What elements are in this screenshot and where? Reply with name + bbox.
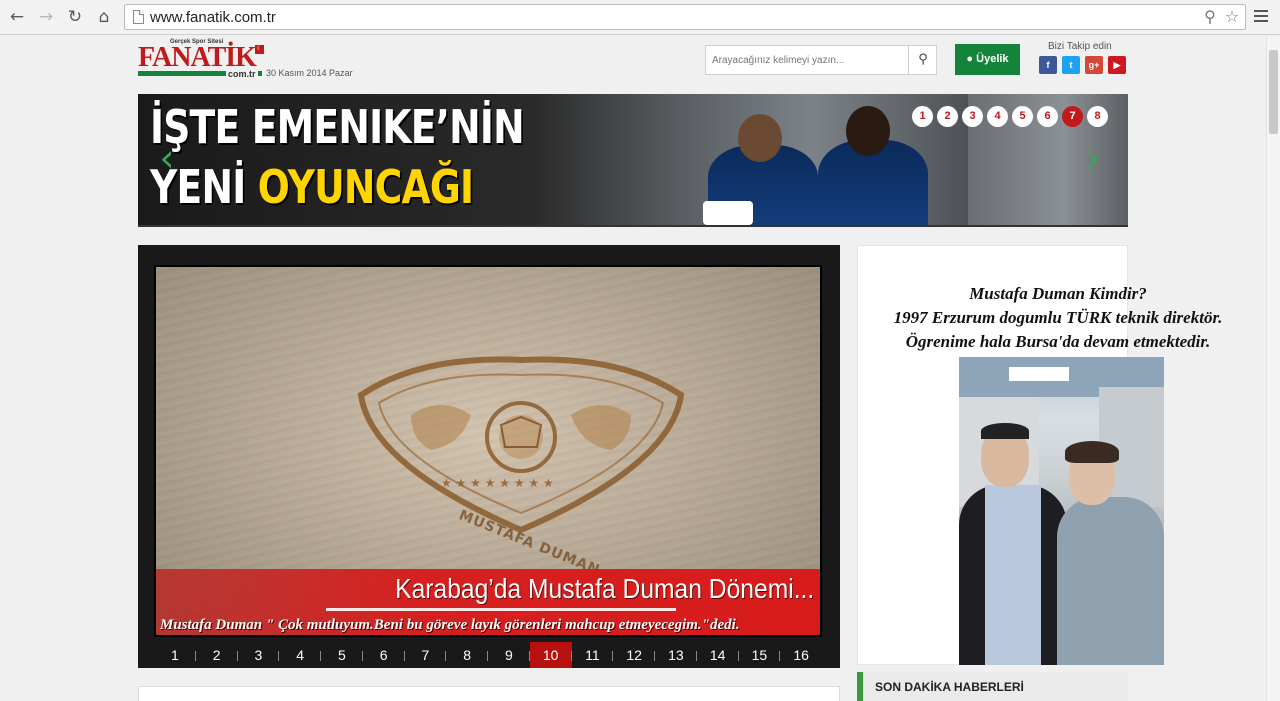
photo-person-2-shirt — [1057, 497, 1164, 665]
breaking-news-title: SON DAKİKA HABERLERİ — [875, 680, 1024, 694]
ad-line-1: Mustafa Duman Kimdir? — [969, 284, 1147, 303]
main-news-slider: ★ ★ ★ ★ ★ ★ ★ ★ MUSTAFA DUMAN Karabag’da… — [138, 245, 840, 668]
user-icon: ● — [966, 53, 974, 65]
ad-line-3: Ögrenime hala Bursa'da devam etmektedir. — [905, 332, 1211, 351]
banner-headline-line1: İŞTE EMENIKE’NİN — [150, 100, 525, 154]
slider-page-link[interactable]: 13 — [655, 642, 697, 668]
ad-photo — [959, 357, 1164, 665]
banner-headline-highlight: OYUNCAĞI — [257, 160, 474, 214]
slider-page-link[interactable]: 11 — [572, 642, 614, 668]
slide-caption[interactable]: Karabag’da Mustafa Duman Dönemi... Musta… — [156, 569, 820, 635]
caption-divider — [326, 608, 676, 611]
banner-dot[interactable]: 3 — [962, 106, 983, 127]
youtube-icon[interactable]: ▶ — [1108, 56, 1126, 74]
banner-player-1-head — [738, 114, 782, 162]
member-button[interactable]: ● Üyelik — [955, 44, 1020, 75]
logo-domain: com.tr — [226, 69, 258, 79]
slider-page-link[interactable]: 3 — [238, 642, 280, 668]
search-input[interactable] — [706, 46, 908, 74]
flag-icon: ☾ — [255, 45, 264, 54]
slider-page-link[interactable]: 4 — [279, 642, 321, 668]
slide-image[interactable]: ★ ★ ★ ★ ★ ★ ★ ★ MUSTAFA DUMAN Karabag’da… — [154, 265, 822, 637]
address-bar[interactable]: www.fanatik.com.tr ⚲ ☆ — [124, 4, 1246, 30]
home-icon[interactable]: ⌂ — [93, 6, 115, 28]
scrollbar-thumb[interactable] — [1269, 50, 1278, 134]
slider-page-link[interactable]: 7 — [405, 642, 447, 668]
content-box — [138, 686, 840, 701]
banner-dot[interactable]: 6 — [1037, 106, 1058, 127]
sidebar-ad[interactable]: Mustafa Duman Kimdir? 1997 Erzurum dogum… — [857, 245, 1222, 665]
club-crest-icon: ★ ★ ★ ★ ★ ★ ★ ★ — [357, 356, 685, 534]
headline-banner[interactable]: İŞTE EMENIKE’NİN YENİ OYUNCAĞI ‹ › 1 2 3… — [138, 94, 1128, 227]
reload-icon[interactable]: ↻ — [64, 6, 86, 28]
search-box: ⚲ — [705, 45, 937, 75]
page-viewport: Gerçek Spor Sitesi FANATİK ☾ com.tr 30 K… — [0, 36, 1266, 701]
banner-dot[interactable]: 5 — [1012, 106, 1033, 127]
banner-prev-arrow-icon[interactable]: ‹ — [156, 138, 178, 178]
banner-dot[interactable]: 2 — [937, 106, 958, 127]
slider-page-link[interactable]: 1 — [154, 642, 196, 668]
follow-label: Bizi Takip edin — [1048, 41, 1112, 52]
slider-page-link[interactable]: 2 — [196, 642, 238, 668]
photo-person-1-shirt — [985, 485, 1041, 665]
slider-page-link[interactable]: 16 — [780, 642, 822, 668]
banner-player-2-head — [846, 106, 890, 156]
site-logo[interactable]: Gerçek Spor Sitesi FANATİK ☾ com.tr — [138, 39, 268, 81]
slider-page-link-active[interactable]: 10 — [529, 642, 572, 668]
google-plus-icon[interactable]: g+ — [1085, 56, 1103, 74]
breaking-news-header[interactable]: SON DAKİKA HABERLERİ — [857, 672, 1128, 701]
url-text: www.fanatik.com.tr — [150, 9, 276, 26]
twitter-icon[interactable]: t — [1062, 56, 1080, 74]
member-button-label: Üyelik — [976, 53, 1009, 65]
banner-headline-line2: YENİ OYUNCAĞI — [150, 160, 474, 214]
banner-dot-active[interactable]: 7 — [1062, 106, 1083, 127]
slider-pagination: 1 2 3 4 5 6 7 8 9 10 11 12 13 14 15 16 — [154, 642, 822, 668]
site-header: Gerçek Spor Sitesi FANATİK ☾ com.tr 30 K… — [0, 36, 1266, 82]
back-arrow-icon[interactable]: ← — [6, 6, 28, 28]
page-scrollbar[interactable] — [1266, 36, 1280, 701]
banner-pagination: 1 2 3 4 5 6 7 8 — [908, 106, 1108, 127]
zoom-icon[interactable]: ⚲ — [1200, 7, 1220, 27]
slide-caption-subtitle: Mustafa Duman " Çok mutluyum.Beni bu gör… — [160, 617, 740, 633]
forward-arrow-icon[interactable]: → — [35, 6, 57, 28]
svg-text:★ ★ ★ ★ ★ ★ ★ ★: ★ ★ ★ ★ ★ ★ ★ ★ — [441, 476, 554, 490]
photo-sign — [1009, 367, 1069, 381]
slider-page-link[interactable]: 6 — [363, 642, 405, 668]
facebook-icon[interactable]: f — [1039, 56, 1057, 74]
slider-page-link[interactable]: 8 — [446, 642, 488, 668]
photo-person-2-hair — [1065, 441, 1119, 463]
slider-page-link[interactable]: 5 — [321, 642, 363, 668]
site-date: 30 Kasım 2014 Pazar — [266, 68, 353, 78]
banner-next-arrow-icon[interactable]: › — [1082, 138, 1104, 178]
banner-boots — [703, 201, 753, 225]
photo-person-1-hair — [981, 423, 1029, 439]
slide-caption-title: Karabag’da Mustafa Duman Dönemi... — [394, 573, 814, 604]
banner-dot[interactable]: 4 — [987, 106, 1008, 127]
slider-page-link[interactable]: 9 — [488, 642, 530, 668]
banner-dot[interactable]: 1 — [912, 106, 933, 127]
slider-page-link[interactable]: 14 — [697, 642, 739, 668]
search-icon[interactable]: ⚲ — [908, 46, 937, 74]
ad-text: Mustafa Duman Kimdir? 1997 Erzurum dogum… — [858, 282, 1258, 354]
bookmark-star-icon[interactable]: ☆ — [1222, 7, 1242, 27]
ad-line-2: 1997 Erzurum dogumlu TÜRK teknik direktö… — [893, 308, 1223, 327]
slider-page-link[interactable]: 15 — [739, 642, 781, 668]
page-icon — [133, 10, 144, 24]
browser-menu-icon[interactable] — [1253, 7, 1269, 27]
banner-dot[interactable]: 8 — [1087, 106, 1108, 127]
slider-page-link[interactable]: 12 — [613, 642, 655, 668]
browser-toolbar: ← → ↻ ⌂ www.fanatik.com.tr ⚲ ☆ — [0, 0, 1280, 35]
